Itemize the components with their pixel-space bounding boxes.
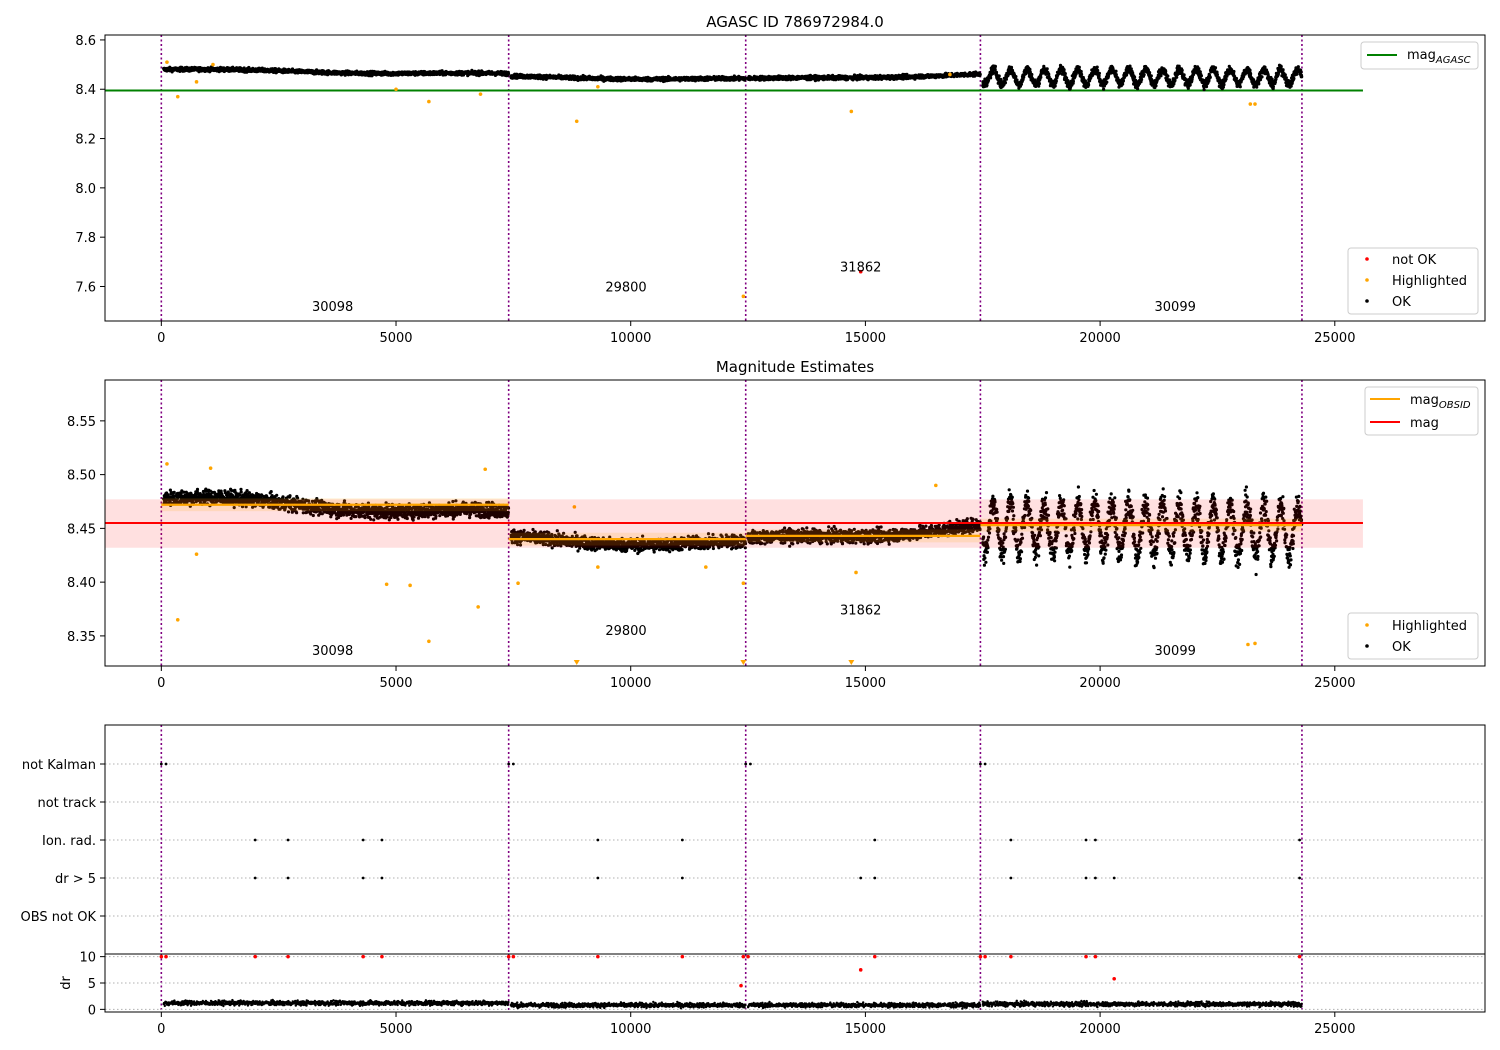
agasc-ok-point [989,76,993,80]
agasc-ok-point [1222,83,1226,87]
figure: AGASC ID 786972984.0 3009829800318623009… [0,0,1500,1050]
agasc-ok-point [1087,83,1091,87]
agasc-ok-point [1149,74,1153,78]
agasc-ok-point [1028,67,1032,71]
agasc-ok-point [1202,88,1206,92]
agasc-ok-point [1114,69,1118,73]
agasc-ok-point [1095,65,1099,69]
agasc-ok-point [985,83,989,87]
agasc-ok-point [1014,75,1018,79]
agasc-ok-point [1071,79,1075,83]
agasc-ok-point [1121,79,1125,83]
agasc-ok-point [1009,65,1014,69]
agasc-ok-point [997,74,1001,78]
agasc-ok-point [1182,73,1186,77]
agasc-ok-point [1079,69,1083,74]
agasc-ok-point [1142,73,1146,77]
agasc-ok-point [1030,72,1034,77]
agasc-ok-point [1180,68,1184,72]
agasc-ok-point [1140,77,1144,82]
agasc-ok-point [1053,84,1057,88]
agasc-ok-point [1199,74,1203,78]
agasc-ok-point [1039,75,1043,79]
agasc-ok-point [1148,71,1152,75]
agasc-ok-point [1204,85,1209,89]
agasc-ok-point [1164,69,1168,73]
agasc-ok-point [1080,72,1084,77]
agasc-ok-point [1063,72,1067,76]
agasc-ok-point [1003,81,1008,85]
agasc-ok-point [1154,84,1158,88]
agasc-ok-point [1133,75,1137,79]
agasc-ok-point [1136,87,1140,91]
agasc-ok-point [978,72,982,76]
agasc-ok-point [1166,74,1170,78]
agasc-ok-point [1215,73,1219,77]
agasc-ok-point [1102,87,1106,91]
agasc-ok-point [1105,80,1109,84]
agasc-ok-point [1208,75,1212,79]
agasc-ok-point [1097,71,1101,75]
agasc-ok-point [986,78,991,83]
agasc-ok-point [506,72,511,76]
agasc-ok-point [1054,79,1058,83]
agasc-ok-point [1062,68,1066,72]
agasc-ok-point [993,64,998,68]
agasc-ok-point [1175,75,1179,79]
agasc-ok-point [994,70,999,74]
agasc-ok-point [1213,66,1218,70]
agasc-ok-point [1037,82,1041,86]
agasc-ok-point [1188,83,1192,87]
agasc-title: AGASC ID 786972984.0 [706,13,884,31]
agasc-ok-point [1125,73,1129,77]
agasc-ok-point [1096,68,1100,73]
agasc-ok-point [1077,65,1081,69]
agasc-ok-point [1045,67,1049,71]
